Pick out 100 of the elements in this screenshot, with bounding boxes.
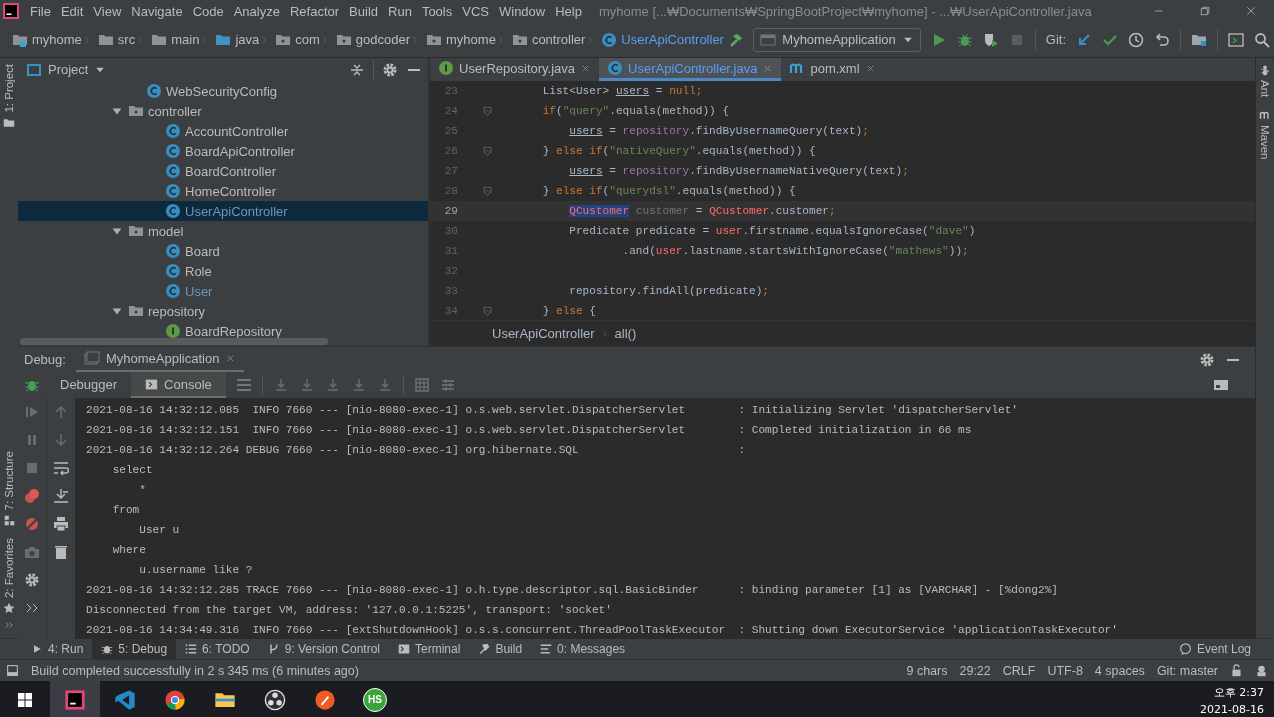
tool-window-button[interactable]: 0: Messages xyxy=(531,639,635,659)
tree-item[interactable]: BoardRepository xyxy=(18,321,428,338)
tool-window-button[interactable]: 5: Debug xyxy=(92,639,177,659)
shield-play-icon[interactable] xyxy=(982,31,999,48)
debug-tab[interactable]: Debugger xyxy=(46,372,132,398)
inspector-icon[interactable] xyxy=(1255,664,1268,677)
terminal-icon xyxy=(398,643,411,655)
stop-icon[interactable] xyxy=(24,460,40,476)
layout-icon[interactable] xyxy=(1213,377,1229,393)
scrollbar[interactable] xyxy=(20,338,328,345)
resume-icon[interactable] xyxy=(24,404,40,420)
menu-item[interactable]: Run xyxy=(383,3,417,19)
tool-window-button[interactable]: Build xyxy=(469,639,532,659)
arrow-icon[interactable] xyxy=(1076,31,1092,48)
menu-item[interactable]: Window xyxy=(493,3,551,19)
lock-icon[interactable] xyxy=(1230,664,1243,677)
editor-tab[interactable]: pom.xml xyxy=(781,58,884,81)
clock-icon[interactable] xyxy=(1128,31,1144,48)
undo-icon[interactable] xyxy=(1154,31,1170,48)
fold-marker-icon[interactable] xyxy=(482,105,493,117)
editor-tab[interactable]: UserRepository.java xyxy=(430,58,600,81)
breadcrumb-item[interactable]: UserApiController xyxy=(492,326,595,341)
settings-icon[interactable] xyxy=(24,572,40,588)
breadcrumb-item[interactable]: godcoder xyxy=(335,31,411,48)
tool-window-button[interactable]: 9: Version Control xyxy=(258,639,390,659)
terminal-icon[interactable] xyxy=(1228,31,1244,48)
tree-item[interactable]: HomeController xyxy=(18,181,428,201)
menu-item[interactable]: Tools xyxy=(416,3,458,19)
run-configuration-dropdown[interactable]: MyhomeApplication xyxy=(753,27,921,52)
menu-item[interactable]: Code xyxy=(187,3,229,19)
tree-item[interactable]: User xyxy=(18,281,428,301)
arrow-down-icon[interactable] xyxy=(53,432,69,448)
breadcrumb-item[interactable]: main xyxy=(151,31,200,48)
breadcrumb-item[interactable]: all() xyxy=(614,326,637,341)
settings-icon[interactable] xyxy=(382,61,398,78)
menu-item[interactable]: Analyze xyxy=(228,3,285,19)
breadcrumb-item[interactable]: controller xyxy=(511,31,586,48)
taskbar-app[interactable]: HS xyxy=(350,681,400,717)
fold-marker-icon[interactable] xyxy=(482,185,493,197)
breadcrumb-item[interactable]: UserApiController xyxy=(601,31,724,48)
tool-window-button[interactable]: 1: Project xyxy=(3,58,15,135)
tool-window-button[interactable]: Terminal xyxy=(389,639,470,659)
tool-window-button[interactable]: 4: Run xyxy=(22,639,93,659)
fold-marker-icon[interactable] xyxy=(482,305,493,317)
tree-item[interactable]: UserApiController xyxy=(18,201,428,221)
breadcrumb-item[interactable]: myhome xyxy=(12,31,82,48)
tool-window-button[interactable]: Maven xyxy=(1259,103,1271,166)
tool-window-button[interactable]: 2: Favorites xyxy=(3,531,15,620)
tool-window-button[interactable]: Ant xyxy=(1259,58,1271,104)
breadcrumb-item[interactable]: com xyxy=(275,31,320,48)
more-icon[interactable] xyxy=(4,620,14,630)
tree-item[interactable]: AccountController xyxy=(18,121,428,141)
menu-item[interactable]: Help xyxy=(550,3,587,19)
editor-tab[interactable]: UserApiController.java xyxy=(599,58,782,81)
menu-item[interactable]: VCS xyxy=(457,3,494,19)
tool-window-button[interactable]: 6: TODO xyxy=(176,639,259,659)
breadcrumb-item[interactable]: src xyxy=(97,31,136,48)
tree-item[interactable]: BoardApiController xyxy=(18,141,428,161)
tree-item[interactable]: Board xyxy=(18,241,428,261)
tree-item[interactable]: BoardController xyxy=(18,161,428,181)
soft-wrap-icon[interactable] xyxy=(53,460,69,476)
console-line: where xyxy=(111,543,147,558)
breadcrumb-item[interactable]: java xyxy=(215,31,260,48)
project-view-dropdown[interactable]: Project xyxy=(26,61,107,78)
settings-list-icon[interactable] xyxy=(439,377,456,393)
print-icon[interactable] xyxy=(53,516,69,532)
scroll-to-end-icon[interactable] xyxy=(53,488,69,504)
menu-item[interactable]: View xyxy=(88,3,127,19)
tree-item[interactable]: controller xyxy=(18,101,428,121)
menu-item[interactable]: Refactor xyxy=(284,3,345,19)
settings-icon[interactable] xyxy=(1199,351,1215,368)
tool-window-button[interactable]: 7: Structure xyxy=(3,445,15,532)
tree-item[interactable]: Role xyxy=(18,261,428,281)
status-item[interactable]: UTF-8 xyxy=(1047,663,1083,678)
breadcrumb-item[interactable]: myhome xyxy=(426,31,496,48)
menu-item[interactable]: Edit xyxy=(55,3,89,19)
bug-icon[interactable] xyxy=(956,31,973,48)
mute-breakpoints-icon[interactable] xyxy=(24,516,40,532)
arrow-up-icon[interactable] xyxy=(53,404,69,420)
status-item[interactable]: 29:22 xyxy=(959,663,991,678)
table-icon[interactable] xyxy=(413,377,430,393)
breakpoints-icon[interactable] xyxy=(24,488,40,504)
camera-icon[interactable] xyxy=(24,544,40,560)
list-icon[interactable] xyxy=(235,377,252,393)
tree-item[interactable]: WebSecurityConfig xyxy=(18,81,428,101)
fold-marker-icon[interactable] xyxy=(482,145,493,157)
tree-item[interactable]: repository xyxy=(18,301,428,321)
menu-item[interactable]: File xyxy=(25,3,56,19)
trash-icon[interactable] xyxy=(53,544,69,560)
status-item[interactable]: Git: master xyxy=(1156,663,1218,678)
event-log-button[interactable]: Event Log xyxy=(1169,639,1260,659)
menu-item[interactable]: Build xyxy=(344,3,383,19)
status-item[interactable]: 9 chars xyxy=(906,663,948,678)
panel-toggle-icon[interactable] xyxy=(6,664,19,677)
search-icon[interactable] xyxy=(1254,31,1270,48)
tree-item[interactable]: model xyxy=(18,221,428,241)
status-item[interactable]: CRLF xyxy=(1002,663,1036,678)
menu-item[interactable]: Navigate xyxy=(126,3,188,19)
status-item[interactable]: 4 spaces xyxy=(1094,663,1145,678)
debug-tab[interactable]: Console xyxy=(131,372,226,398)
